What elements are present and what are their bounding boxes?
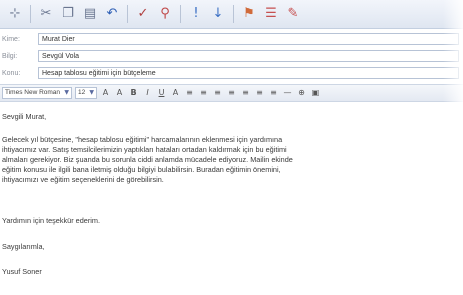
align-center-button[interactable]: ≡	[254, 87, 265, 99]
body-line: Yardımın için teşekkür ederim.	[2, 216, 101, 225]
font-family-select[interactable]: Times New Roman ▼	[2, 87, 72, 99]
to-row: Kime: Murat Dier	[0, 31, 463, 47]
paste-icon[interactable]: ▤	[81, 5, 99, 23]
compose-toolbar: ⊹ ✂ ❐ ▤ ↶ ✓ ⚲ ! ↓ ⚑ ☰ ✎	[0, 0, 463, 29]
chevron-down-icon: ▼	[89, 89, 94, 96]
text-color-button[interactable]: A	[170, 87, 181, 99]
font-size-select[interactable]: 12 ▼	[75, 87, 97, 99]
body-line: Saygılarımla,	[2, 242, 45, 251]
cut-icon[interactable]: ✂	[37, 5, 55, 23]
priority-high-icon[interactable]: !	[187, 5, 205, 23]
insert-link-button[interactable]: ⊕	[296, 87, 307, 99]
toolbar-separator	[127, 5, 128, 23]
body-line: Gelecek yıl bütçesine, "hesap tablosu eğ…	[2, 135, 283, 144]
toolbar-separator	[180, 5, 181, 23]
pin-icon[interactable]: ⊹	[6, 5, 24, 23]
to-label[interactable]: Kime:	[0, 36, 38, 43]
cc-label[interactable]: Bilgi:	[0, 53, 38, 60]
bullets-button[interactable]: ≡	[184, 87, 195, 99]
compose-window: ⊹ ✂ ❐ ▤ ↶ ✓ ⚲ ! ↓ ⚑ ☰ ✎ Kime: Murat Dier…	[0, 0, 463, 295]
chevron-down-icon: ▼	[64, 89, 69, 96]
toolbar-separator	[30, 5, 31, 23]
cc-field[interactable]: Sevgül Vola	[38, 50, 459, 62]
signature-icon[interactable]: ✎	[284, 5, 302, 23]
font-family-value: Times New Roman	[5, 89, 61, 96]
body-line: Yusuf Soner	[2, 267, 42, 276]
body-line: ihtiyacımız var. Satış temsilcilerimizin…	[2, 145, 287, 154]
font-size-value: 12	[78, 89, 86, 96]
to-field[interactable]: Murat Dier	[38, 33, 459, 45]
attach-icon[interactable]: ⚲	[156, 5, 174, 23]
flag-icon[interactable]: ⚑	[240, 5, 258, 23]
format-toolbar: Times New Roman ▼ 12 ▼ A A B I U A ≡ ≡ ≡…	[0, 84, 463, 102]
insert-picture-button[interactable]: ▣	[310, 87, 321, 99]
align-right-button[interactable]: ≡	[268, 87, 279, 99]
message-body[interactable]: Sevgili Murat, Gelecek yıl bütçesine, "h…	[0, 104, 463, 295]
underline-button[interactable]: U	[156, 87, 167, 99]
cc-row: Bilgi: Sevgül Vola	[0, 48, 463, 64]
bold-button[interactable]: B	[128, 87, 139, 99]
subject-field[interactable]: Hesap tablosu eğitimi için bütçeleme	[38, 67, 459, 79]
numbering-button[interactable]: ≡	[198, 87, 209, 99]
subject-label: Konu:	[2, 69, 21, 77]
highlight-button[interactable]: A	[114, 87, 125, 99]
body-line: eğitim konusu ile ilgili bana iletmiş ol…	[2, 165, 281, 174]
spellcheck-icon[interactable]: ✓	[134, 5, 152, 23]
body-line: ihtiyacımızı ve eğitim seçeneklerini de …	[2, 175, 164, 184]
horizontal-line-button[interactable]: —	[282, 87, 293, 99]
increase-indent-button[interactable]: ≡	[226, 87, 237, 99]
align-left-button[interactable]: ≡	[240, 87, 251, 99]
toolbar-separator	[233, 5, 234, 23]
decrease-indent-button[interactable]: ≡	[212, 87, 223, 99]
options-icon[interactable]: ☰	[262, 5, 280, 23]
body-line: Sevgili Murat,	[2, 112, 47, 121]
font-color-button[interactable]: A	[100, 87, 111, 99]
body-line: almaları gerekiyor. Biz şuanda bu sorunl…	[2, 155, 293, 164]
undo-icon[interactable]: ↶	[103, 5, 121, 23]
italic-button[interactable]: I	[142, 87, 153, 99]
subject-row: Konu: Hesap tablosu eğitimi için bütçele…	[0, 65, 463, 81]
copy-icon[interactable]: ❐	[59, 5, 77, 23]
priority-low-icon[interactable]: ↓	[209, 5, 227, 23]
